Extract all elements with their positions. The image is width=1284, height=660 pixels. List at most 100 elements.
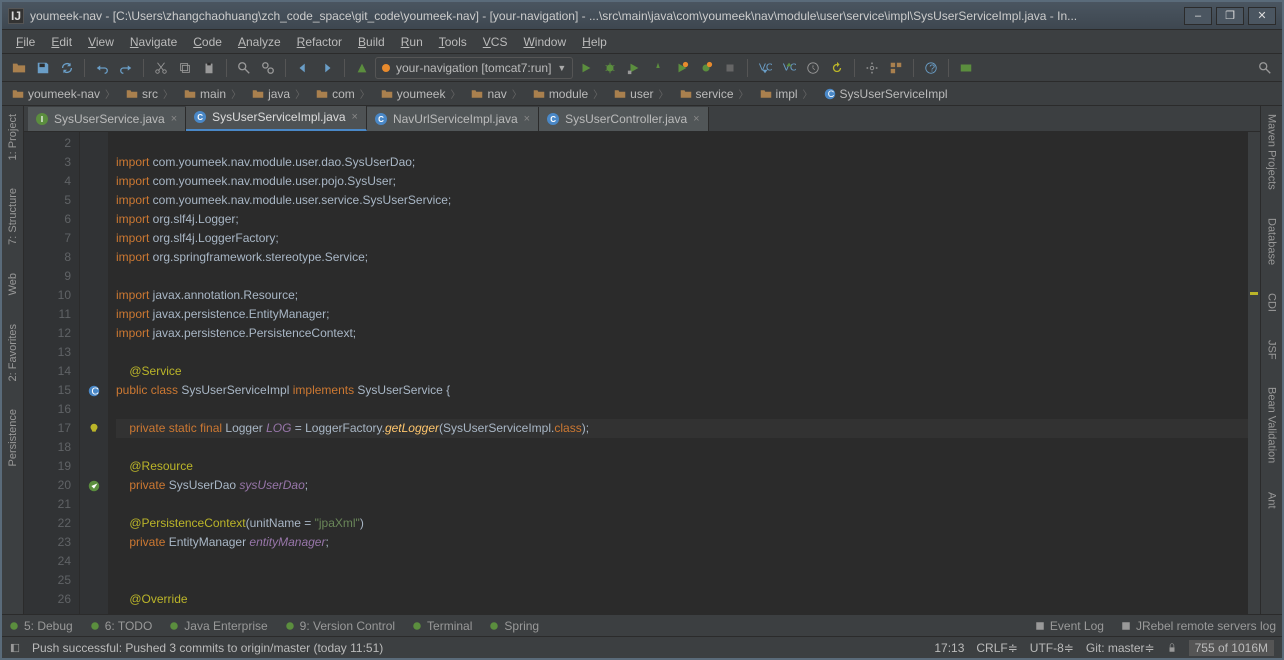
menu-refactor[interactable]: Refactor [289,33,350,51]
breadcrumb-main[interactable]: main〉 [180,84,246,103]
breadcrumb-impl[interactable]: impl〉 [756,84,818,103]
breadcrumb-src[interactable]: src〉 [122,84,178,103]
tab-sysuserserviceimpl[interactable]: CSysUserServiceImpl.java× [186,106,367,131]
sync-icon[interactable] [56,57,78,79]
run-icon[interactable] [575,57,597,79]
menu-help[interactable]: Help [574,33,615,51]
vcs-history-icon[interactable] [802,57,824,79]
gutter-icons[interactable]: C [80,132,108,614]
breadcrumb-java[interactable]: java〉 [248,84,310,103]
code-content[interactable]: import com.youmeek.nav.module.user.dao.S… [108,132,1248,614]
help-icon[interactable]: ? [920,57,942,79]
menu-navigate[interactable]: Navigate [122,33,185,51]
run-config-selector[interactable]: your-navigation [tomcat7:run] ▼ [375,57,573,79]
menu-tools[interactable]: Tools [431,33,475,51]
breadcrumb-service[interactable]: service〉 [676,84,754,103]
breadcrumb-user[interactable]: user〉 [610,84,673,103]
bottom-debug[interactable]: 5: Debug [8,619,73,633]
open-file-icon[interactable] [8,57,30,79]
tab-sysuserservice[interactable]: ISysUserService.java× [28,107,186,131]
code-area[interactable]: 2345678910111213141516171819202122232425… [24,132,1260,614]
close-tab-icon[interactable]: × [352,111,358,123]
toolwindow-database[interactable]: Database [1264,214,1280,269]
run-config-label: your-navigation [tomcat7:run] [396,61,551,75]
jrebel-panel-icon[interactable] [955,57,977,79]
bottom-terminal[interactable]: Terminal [411,619,472,633]
forward-icon[interactable] [316,57,338,79]
cut-icon[interactable] [150,57,172,79]
close-tab-icon[interactable]: × [693,113,699,125]
file-encoding[interactable]: UTF-8≑ [1030,641,1074,655]
menu-code[interactable]: Code [185,33,230,51]
caret-position[interactable]: 17:13 [934,641,964,655]
line-separator[interactable]: CRLF≑ [976,641,1017,655]
breadcrumb-youmeek[interactable]: youmeek〉 [377,84,466,103]
vcs-revert-icon[interactable] [826,57,848,79]
line-gutter[interactable]: 2345678910111213141516171819202122232425… [24,132,80,614]
error-stripe[interactable] [1248,132,1260,614]
menu-run[interactable]: Run [393,33,431,51]
bottom-versioncontrol[interactable]: 9: Version Control [284,619,395,633]
jrebel-debug-icon[interactable] [695,57,717,79]
bottom-spring[interactable]: Spring [488,619,539,633]
toolwindow-favorites[interactable]: 2: Favorites [5,320,21,385]
tab-sysusercontroller[interactable]: CSysUserController.java× [539,107,708,131]
save-all-icon[interactable] [32,57,54,79]
warn-mark[interactable] [1250,292,1258,295]
breadcrumb-module[interactable]: module〉 [529,84,608,103]
run-coverage-icon[interactable] [623,57,645,79]
menu-build[interactable]: Build [350,33,393,51]
toolwindow-jsf[interactable]: JSF [1264,336,1280,364]
git-branch[interactable]: Git: master≑ [1086,641,1155,655]
breadcrumb-sysuserserviceimpl[interactable]: CSysUserServiceImpl [820,85,952,103]
copy-icon[interactable] [174,57,196,79]
close-button[interactable]: ✕ [1248,7,1276,25]
toolwindow-mavenprojects[interactable]: Maven Projects [1264,110,1280,194]
window-title: youmeek-nav - [C:\Users\zhangchaohuang\z… [30,9,1184,23]
find-icon[interactable] [233,57,255,79]
search-everywhere-icon[interactable] [1254,57,1276,79]
undo-icon[interactable] [91,57,113,79]
toolwindow-project[interactable]: 1: Project [5,110,21,164]
memory-indicator[interactable]: 755 of 1016M [1189,640,1274,656]
minimize-button[interactable]: – [1184,7,1212,25]
bottom-eventlog[interactable]: Event Log [1034,619,1104,633]
breadcrumb-nav[interactable]: nav〉 [467,84,526,103]
close-tab-icon[interactable]: × [524,113,530,125]
settings-icon[interactable] [861,57,883,79]
toolwindow-beanvalidation[interactable]: Bean Validation [1264,383,1280,467]
jrebel-run-icon[interactable] [671,57,693,79]
back-icon[interactable] [292,57,314,79]
menu-analyze[interactable]: Analyze [230,33,289,51]
redo-icon[interactable] [115,57,137,79]
bottom-javaenterprise[interactable]: Java Enterprise [168,619,267,633]
debug-icon[interactable] [599,57,621,79]
run-profiler-icon[interactable] [647,57,669,79]
toolwindow-cdi[interactable]: CDI [1264,289,1280,316]
paste-icon[interactable] [198,57,220,79]
toolwindow-persistence[interactable]: Persistence [5,405,21,470]
menu-file[interactable]: File [8,33,43,51]
toolwindow-web[interactable]: Web [5,269,21,299]
bottom-todo[interactable]: 6: TODO [89,619,153,633]
replace-icon[interactable] [257,57,279,79]
project-structure-icon[interactable] [885,57,907,79]
toolwindow-structure[interactable]: 7: Structure [5,184,21,249]
menu-vcs[interactable]: VCS [475,33,516,51]
menu-window[interactable]: Window [515,33,574,51]
close-tab-icon[interactable]: × [171,113,177,125]
stop-icon[interactable] [719,57,741,79]
menu-view[interactable]: View [80,33,122,51]
build-icon[interactable] [351,57,373,79]
bottom-jrebelremoteserverslog[interactable]: JRebel remote servers log [1120,619,1276,633]
vcs-update-icon[interactable]: VCS [754,57,776,79]
vcs-commit-icon[interactable]: VCS [778,57,800,79]
breadcrumb-com[interactable]: com〉 [312,84,375,103]
toolwindow-ant[interactable]: Ant [1264,488,1280,513]
maximize-button[interactable]: ❐ [1216,7,1244,25]
lock-icon[interactable] [1167,643,1177,653]
menu-edit[interactable]: Edit [43,33,80,51]
tab-navurlserviceimpl[interactable]: CNavUrlServiceImpl.java× [367,107,539,131]
toolwindow-toggle-icon[interactable] [10,643,20,653]
breadcrumb-youmeek-nav[interactable]: youmeek-nav〉 [8,84,120,103]
